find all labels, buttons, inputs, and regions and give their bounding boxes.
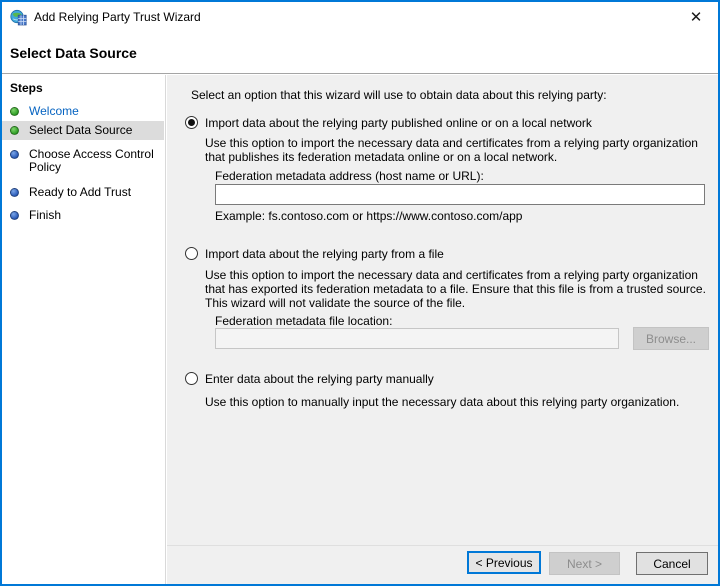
radio-enter-manually[interactable] xyxy=(185,372,198,385)
option-1-description: Use this option to import the necessary … xyxy=(205,136,698,164)
step-todo-bullet-icon xyxy=(10,211,19,220)
main-panel: Select an option that this wizard will u… xyxy=(167,75,718,584)
sidebar-item-select-data-source[interactable]: Select Data Source xyxy=(2,121,164,140)
browse-button: Browse... xyxy=(633,327,709,350)
next-button: Next > xyxy=(549,552,620,575)
sidebar-item-label: Ready to Add Trust xyxy=(29,185,132,199)
adfs-wizard-icon xyxy=(10,9,27,25)
option-2-description: Use this option to import the necessary … xyxy=(205,268,713,310)
footer-divider xyxy=(167,545,718,546)
example-text: Example: fs.contoso.com or https://www.c… xyxy=(215,209,523,223)
step-done-bullet-icon xyxy=(10,107,19,116)
sidebar-item-welcome[interactable]: Welcome xyxy=(2,102,164,121)
radio-import-online-label[interactable]: Import data about the relying party publ… xyxy=(205,116,718,130)
page-header: Select Data Source xyxy=(2,32,718,74)
wizard-window: Add Relying Party Trust Wizard ✕ Select … xyxy=(0,0,720,586)
window-title: Add Relying Party Trust Wizard xyxy=(34,10,201,24)
close-button[interactable]: ✕ xyxy=(674,2,718,31)
federation-metadata-address-input[interactable] xyxy=(215,184,705,205)
sidebar-item-label: Finish xyxy=(29,208,62,222)
sidebar-item-ready-to-add-trust[interactable]: Ready to Add Trust xyxy=(2,183,164,202)
federation-metadata-file-label: Federation metadata file location: xyxy=(215,314,393,328)
intro-text: Select an option that this wizard will u… xyxy=(191,88,607,102)
option-3-description: Use this option to manually input the ne… xyxy=(205,395,680,409)
federation-metadata-address-label: Federation metadata address (host name o… xyxy=(215,169,484,183)
radio-import-file[interactable] xyxy=(185,247,198,260)
radio-enter-manually-label[interactable]: Enter data about the relying party manua… xyxy=(205,372,718,386)
federation-metadata-file-input xyxy=(215,328,619,349)
steps-heading: Steps xyxy=(10,81,43,95)
sidebar-item-finish[interactable]: Finish xyxy=(2,206,164,225)
previous-button[interactable]: < Previous xyxy=(467,551,541,574)
steps-sidebar: Steps Welcome Select Data Source Choose … xyxy=(2,75,166,584)
page-title: Select Data Source xyxy=(10,44,137,61)
sidebar-item-choose-access-control-policy[interactable]: Choose Access Control Policy xyxy=(2,145,164,177)
cancel-button[interactable]: Cancel xyxy=(636,552,708,575)
radio-import-file-label[interactable]: Import data about the relying party from… xyxy=(205,247,718,261)
sidebar-item-label: Choose Access Control Policy xyxy=(29,147,154,174)
sidebar-item-label: Select Data Source xyxy=(29,123,133,137)
step-done-bullet-icon xyxy=(10,126,19,135)
step-todo-bullet-icon xyxy=(10,188,19,197)
title-bar: Add Relying Party Trust Wizard ✕ xyxy=(2,2,718,32)
radio-import-online[interactable] xyxy=(185,116,198,129)
step-todo-bullet-icon xyxy=(10,150,19,159)
sidebar-item-label: Welcome xyxy=(29,104,79,118)
